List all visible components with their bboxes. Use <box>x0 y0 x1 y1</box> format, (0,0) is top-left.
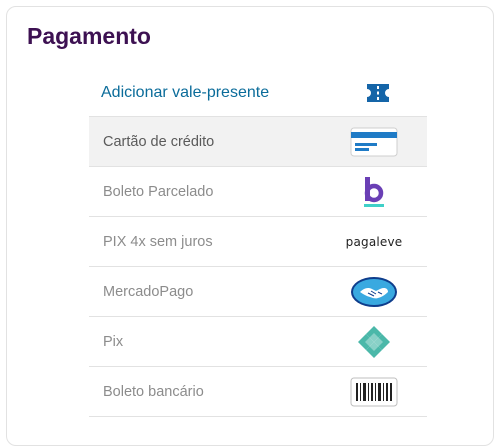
payment-method-label: Cartão de crédito <box>103 133 215 150</box>
pagaleve-logo: pagaleve <box>346 235 403 249</box>
payment-method-label: PIX 4x sem juros <box>103 233 213 250</box>
credit-card-icon <box>349 127 399 157</box>
payment-method-mercadopago[interactable]: MercadoPago <box>89 267 427 317</box>
payment-method-pix[interactable]: Pix <box>89 317 427 367</box>
payment-method-label: Boleto Parcelado <box>103 183 214 200</box>
payment-card: Pagamento Adicionar vale-presente Cartão… <box>6 6 494 446</box>
payment-method-pix-4x[interactable]: PIX 4x sem juros pagaleve <box>89 217 427 267</box>
payment-method-label: Boleto bancário <box>103 383 204 400</box>
payment-method-credit-card[interactable]: Cartão de crédito <box>89 117 427 167</box>
payment-method-boleto-parcelado[interactable]: Boleto Parcelado <box>89 167 427 217</box>
ticket-icon <box>353 82 403 104</box>
payment-method-list: Adicionar vale-presente Cartão de crédit… <box>89 69 427 417</box>
boleto-parcelado-b-icon <box>349 175 399 209</box>
page-title: Pagamento <box>27 23 151 49</box>
payment-method-boleto-bancario[interactable]: Boleto bancário <box>89 367 427 417</box>
payment-method-label: Pix <box>103 333 124 350</box>
barcode-icon <box>349 377 399 407</box>
add-gift-card-label: Adicionar vale-presente <box>101 83 270 101</box>
add-gift-card-button[interactable]: Adicionar vale-presente <box>89 69 427 117</box>
payment-method-label: MercadoPago <box>103 283 194 300</box>
pix-icon <box>349 324 399 360</box>
pagaleve-logo-text: pagaleve <box>345 234 403 249</box>
mercadopago-handshake-icon <box>349 276 399 308</box>
